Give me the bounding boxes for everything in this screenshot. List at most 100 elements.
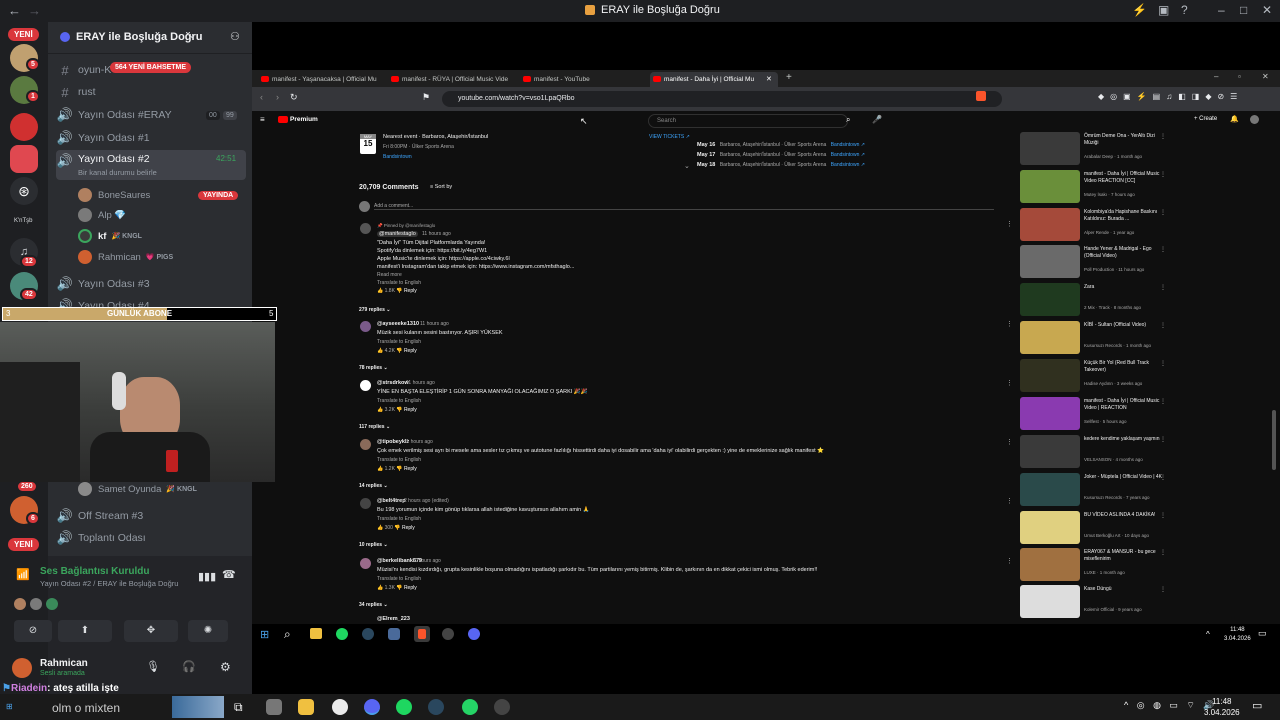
video-title[interactable]: Zara xyxy=(1084,284,1164,291)
more-options-icon[interactable]: ⋮ xyxy=(1160,512,1166,519)
video-thumbnail[interactable] xyxy=(1020,321,1080,354)
replies-toggle[interactable]: 14 replies ⌄ xyxy=(359,483,388,489)
more-options-icon[interactable]: ⋮ xyxy=(1160,209,1166,216)
more-options-icon[interactable]: ⋮ xyxy=(1160,133,1166,140)
chevron-up-icon[interactable]: ^ xyxy=(1206,630,1210,639)
back-arrow-icon[interactable]: ← xyxy=(8,3,21,18)
related-video[interactable]: manifest - Daha İyi | Official Music Vid… xyxy=(1020,170,1168,203)
voice-user[interactable]: Samet Oyunda 🎉 KNGL xyxy=(78,480,197,498)
forward-arrow-icon[interactable]: → xyxy=(28,3,41,18)
discord-icon[interactable] xyxy=(468,628,480,640)
more-options-icon[interactable]: ⋮ xyxy=(1160,474,1166,481)
video-title[interactable]: Kolombiya'da Hapishane Baskını Katıldını… xyxy=(1084,209,1164,223)
close-icon[interactable]: ✕ xyxy=(1262,3,1272,17)
dislike-icon[interactable]: 👎 xyxy=(396,407,402,413)
related-video[interactable]: Ömrüm Deme Ona - YerAltı Dizi Müziği Arab… xyxy=(1020,132,1168,165)
more-options-icon[interactable]: ⋮ xyxy=(1006,557,1013,565)
related-video[interactable]: Hande Yener & Madrigal - Ego (Official V… xyxy=(1020,245,1168,278)
new-tab-icon[interactable]: + xyxy=(786,72,792,83)
scrollbar[interactable] xyxy=(1272,410,1276,470)
reply-button[interactable]: Reply xyxy=(404,407,417,413)
dislike-icon[interactable]: 👎 xyxy=(396,585,402,591)
obs-icon[interactable] xyxy=(494,699,510,715)
video-thumbnail[interactable] xyxy=(1020,435,1080,468)
whatsapp-icon[interactable] xyxy=(462,699,478,715)
dislike-icon[interactable]: 👎 xyxy=(396,288,402,294)
related-video[interactable]: Kase Düngü Kolemir Official · 9 years ago… xyxy=(1020,585,1168,618)
sort-by-button[interactable]: ≡ Sort by xyxy=(430,184,452,190)
voice-channel-off-stream[interactable]: 🔊 Off Stream #3 xyxy=(56,506,246,526)
video-title[interactable]: Ömrüm Deme Ona - YerAltı Dizi Müziği xyxy=(1084,133,1164,147)
video-thumbnail[interactable] xyxy=(1020,283,1080,316)
voice-channel-toplanti[interactable]: 🔊 Toplantı Odası xyxy=(56,528,246,548)
video-title[interactable]: kedere kendime yaklaşam yaşmın xyxy=(1084,436,1164,443)
voice-user[interactable]: Rahmican 💗 PIGS xyxy=(78,248,173,266)
video-thumbnail[interactable] xyxy=(1020,511,1080,544)
activities-button[interactable]: ✥ xyxy=(124,620,178,642)
related-video[interactable]: manifest - Daha İyi | Official Music Vid… xyxy=(1020,397,1168,430)
server-icon-5[interactable]: ⊛ xyxy=(10,177,38,205)
spotify-icon[interactable] xyxy=(336,628,348,640)
comment-author[interactable]: @ayseeeke1310 xyxy=(377,321,419,327)
tab-yasanacaksa[interactable]: manifest - Yaşanacaksa | Official Mu xyxy=(258,72,384,87)
related-video[interactable]: KİBİ - Sultan (Official Video) Kusursuzı … xyxy=(1020,321,1168,354)
comment-author[interactable]: @Elrem_223 xyxy=(377,616,410,622)
minimize-icon[interactable]: – xyxy=(1214,72,1218,81)
disconnect-icon[interactable]: ☎ xyxy=(222,568,236,581)
windows-start-icon[interactable]: ⊞ xyxy=(260,628,269,641)
video-title[interactable]: ERAY067 & MANSUR - bu gece miseflenirim xyxy=(1084,549,1164,563)
video-thumbnail[interactable] xyxy=(1020,585,1080,618)
avatar[interactable] xyxy=(1250,115,1259,124)
video-thumbnail[interactable] xyxy=(1020,359,1080,392)
comment-author[interactable]: @strsdrkow xyxy=(377,380,409,386)
avatar[interactable] xyxy=(12,658,32,678)
video-title[interactable]: Kase Düngü xyxy=(1084,586,1164,593)
voice-channel-eray[interactable]: 🔊 Yayın Odası #ERAY 00 99 xyxy=(56,105,246,125)
voice-channel-3[interactable]: 🔊 Yayın Odası #3 xyxy=(56,274,246,294)
voice-location[interactable]: Yayın Odası #2 / ERAY ile Boşluğa Doğru xyxy=(40,579,178,588)
server-header[interactable]: ERAY ile Boşluğa Doğru ⌄ ⚇ xyxy=(48,22,252,54)
related-video[interactable]: kedere kendime yaklaşam yaşmın VELSANSON … xyxy=(1020,435,1168,468)
like-icon[interactable]: 👍 xyxy=(377,407,383,413)
search-icon[interactable]: ⌕ xyxy=(846,115,850,125)
noise-icon[interactable]: ▮▮▮ xyxy=(198,570,216,583)
translate-link[interactable]: Translate to English xyxy=(377,279,574,287)
dislike-icon[interactable]: 👎 xyxy=(394,525,400,531)
app-icon[interactable] xyxy=(266,699,282,715)
like-icon[interactable]: 👍 xyxy=(377,348,383,354)
comment-author[interactable]: @belt4trep xyxy=(377,498,406,504)
chrome-icon[interactable] xyxy=(332,699,348,715)
bookmark-icon[interactable]: ⚑ xyxy=(422,92,430,103)
event-link[interactable]: Bandsintown ↗ xyxy=(831,162,865,168)
close-icon[interactable]: ✕ xyxy=(1262,72,1269,81)
related-video[interactable]: Joker - Müptela | Official Video | 4K Kus… xyxy=(1020,473,1168,506)
tab-youtube[interactable]: manifest - YouTube xyxy=(520,72,646,87)
tab-close-icon[interactable]: ✕ xyxy=(766,72,772,87)
steam-icon[interactable] xyxy=(428,699,444,715)
reply-button[interactable]: Reply xyxy=(404,288,417,294)
soundboard-button[interactable]: ✺ xyxy=(188,620,228,642)
video-thumbnail[interactable] xyxy=(1020,208,1080,241)
replies-toggle[interactable]: 34 replies ⌄ xyxy=(359,602,388,608)
video-thumbnail[interactable] xyxy=(1020,473,1080,506)
related-video[interactable]: Zara 2 Mix · Track · 8 months ago ⋮ xyxy=(1020,283,1168,316)
like-icon[interactable]: 👍 xyxy=(377,585,383,591)
headphones-icon[interactable]: 🎧 xyxy=(182,660,196,673)
more-options-icon[interactable]: ⋮ xyxy=(1160,549,1166,556)
voice-status[interactable]: Ses Bağlantısı Kuruldu xyxy=(40,566,149,577)
search-input[interactable]: Search xyxy=(648,114,848,128)
more-options-icon[interactable]: ⋮ xyxy=(1006,220,1013,228)
related-video[interactable]: ERAY067 & MANSUR - bu gece miseflenirim L… xyxy=(1020,548,1168,581)
new-mentions-pill[interactable]: 564 YENİ BAHSETME xyxy=(110,62,192,73)
taskbar-widget-image[interactable] xyxy=(172,696,224,718)
video-thumbnail[interactable] xyxy=(1020,245,1080,278)
server-icon-3[interactable] xyxy=(10,113,38,141)
translate-link[interactable]: Translate to English xyxy=(377,515,590,524)
chevron-down-icon[interactable]: ⌄ xyxy=(684,162,690,170)
add-member-icon[interactable]: ⚇ xyxy=(230,30,240,43)
video-title[interactable]: manifest - Daha İyi | Official Music Vid… xyxy=(1084,171,1164,185)
more-options-icon[interactable]: ⋮ xyxy=(1160,398,1166,405)
translate-link[interactable]: Translate to English xyxy=(377,575,817,584)
task-view-icon[interactable]: ⧉ xyxy=(234,700,243,715)
nitro-icon[interactable]: ⚡ xyxy=(1132,3,1147,17)
